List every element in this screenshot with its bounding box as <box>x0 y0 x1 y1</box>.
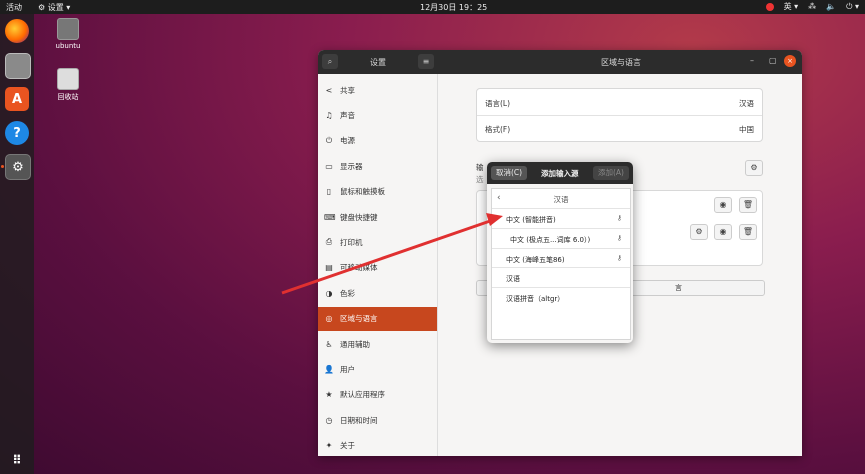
annotation-arrow <box>281 213 503 295</box>
